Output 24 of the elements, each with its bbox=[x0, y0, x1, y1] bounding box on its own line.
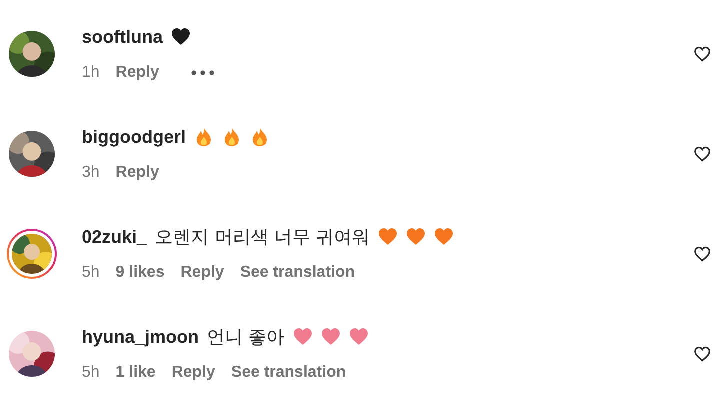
like-icon[interactable] bbox=[694, 246, 711, 262]
username-link[interactable]: 02zuki_ bbox=[82, 224, 148, 250]
translation-link[interactable]: See translation bbox=[231, 361, 346, 385]
comment-text: 언니 좋아 bbox=[207, 326, 285, 350]
reply-link[interactable]: Reply bbox=[116, 161, 160, 185]
timestamp: 1h bbox=[82, 63, 100, 83]
timestamp: 5h bbox=[82, 263, 100, 283]
timestamp: 5h bbox=[82, 363, 100, 383]
timestamp: 3h bbox=[82, 163, 100, 183]
reply-link[interactable]: Reply bbox=[116, 61, 160, 85]
translation-link[interactable]: See translation bbox=[240, 261, 356, 285]
likes-link[interactable]: 1 like bbox=[116, 361, 156, 385]
username-link[interactable]: sooftluna bbox=[82, 24, 163, 50]
username-link[interactable]: hyuna_jmoon bbox=[82, 324, 200, 350]
reply-link[interactable]: Reply bbox=[172, 361, 216, 385]
like-icon[interactable] bbox=[694, 146, 711, 162]
reply-link[interactable]: Reply bbox=[180, 261, 224, 285]
story-ring[interactable] bbox=[7, 229, 57, 279]
likes-link[interactable]: 9 likes bbox=[116, 261, 165, 285]
like-icon[interactable] bbox=[694, 346, 711, 362]
like-icon[interactable] bbox=[694, 46, 711, 62]
more-icon[interactable] bbox=[191, 70, 216, 76]
username-link[interactable]: biggoodgerl bbox=[82, 124, 186, 150]
comment-text: 오렌지 머리색 너무 귀여워 bbox=[155, 226, 370, 250]
